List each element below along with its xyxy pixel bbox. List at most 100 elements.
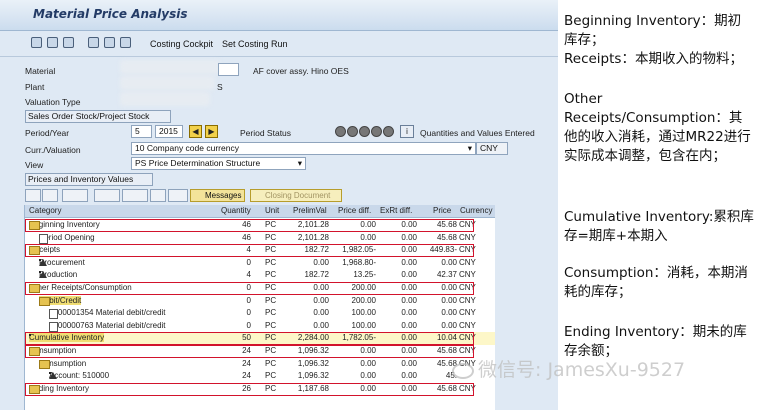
filter-button[interactable] (62, 189, 88, 202)
table-row[interactable]: Account: 510000 24 PC 1,096.32 0.00 0.00 45. (25, 370, 495, 383)
refresh-icon[interactable] (47, 37, 58, 48)
col-price-diff[interactable]: Price diff. (338, 206, 371, 215)
plant-label: Plant (25, 82, 45, 92)
chevron-down-icon: ▾ (467, 143, 472, 153)
chevron-down-icon: ▾ (297, 158, 302, 168)
prelimval-cell: 2,101.28 (297, 232, 329, 242)
price-cell: 0.00 (441, 308, 457, 318)
price-diff-cell: 0.00 (360, 371, 376, 381)
col-quantity[interactable]: Quantity (221, 206, 251, 215)
view-label: View (25, 160, 44, 170)
unit-cell: PC (265, 320, 277, 330)
sap-window: Material Price Analysis Costing Cockpit … (0, 0, 558, 410)
next-period-button[interactable]: ▶ (205, 125, 218, 138)
table-row[interactable]: Consumption 24 PC 1,096.32 0.00 0.00 45.68 CNY (25, 358, 495, 371)
note-other-receipts: Other Receipts/Consumption：其他的收入消耗，通过MR2… (564, 91, 751, 164)
col-unit[interactable]: Unit (265, 206, 279, 215)
unit-cell: PC (265, 270, 277, 280)
price-analysis-grid: Category Quantity Unit PrelimVal Price d… (24, 205, 495, 410)
collapse-all-button[interactable] (42, 189, 58, 202)
highlight-consumption (25, 345, 474, 358)
curr-valuation-select[interactable]: 10 Company code currency ▾ (131, 142, 476, 155)
currency-field: CNY (476, 142, 508, 155)
save-icon[interactable] (104, 37, 115, 48)
highlight-ending-inventory (25, 383, 474, 396)
currency-cell: CNY (459, 232, 476, 242)
export-button[interactable] (168, 189, 188, 202)
material-label: Material (25, 66, 56, 76)
category-cell: Debit/Credit (39, 295, 82, 306)
expand-all-button[interactable] (25, 189, 41, 202)
prelimval-cell: 0.00 (313, 320, 329, 330)
unit-cell: PC (265, 257, 277, 267)
table-row[interactable]: Production 4 PC 182.72 13.25- 0.00 42.37 CNY (25, 269, 495, 282)
print-icon[interactable] (88, 37, 99, 48)
sum-button[interactable] (122, 189, 148, 202)
col-price[interactable]: Price (433, 206, 451, 215)
info-icon[interactable]: i (400, 125, 414, 138)
messages-button[interactable]: Messages (190, 189, 245, 202)
prices-inventory-button[interactable]: Prices and Inventory Values (25, 173, 153, 186)
year-input[interactable]: 2015 (155, 125, 183, 138)
note-receipts: Receipts：本期收入的物料； (564, 51, 743, 67)
sort-button[interactable] (94, 189, 120, 202)
price-cell: 45.68 (436, 232, 457, 242)
category-cell: Account: 510000 (49, 371, 109, 380)
price-diff-cell: 100.00 (351, 320, 376, 330)
prices-inventory-label: Prices and Inventory Values (28, 174, 134, 184)
material-input[interactable] (218, 63, 239, 76)
price-diff-cell: 1,968.80- (342, 257, 376, 267)
table-row[interactable]: Period Opening 46 PC 2,101.28 0.00 0.00 45.68 C… (25, 232, 495, 245)
status-light-4-icon (371, 126, 382, 137)
table-row[interactable]: 1000001354 Material debit/credit 0 PC 0.00 1… (25, 307, 495, 320)
toolbar-divider (0, 56, 558, 57)
print-list-button[interactable] (150, 189, 166, 202)
category-cell: Procurement (39, 258, 85, 267)
prelimval-cell: 182.72 (304, 270, 329, 280)
settings-icon[interactable] (120, 37, 131, 48)
currency-cell: CNY (459, 308, 476, 318)
display-change-icon[interactable] (31, 37, 42, 48)
set-costing-run-button[interactable]: Set Costing Run (222, 39, 288, 49)
period-year-label: Period/Year (25, 128, 70, 138)
grid-header: Category Quantity Unit PrelimVal Price d… (25, 205, 495, 218)
highlight-cumulative-inventory (25, 332, 474, 345)
previous-period-button[interactable]: ◀ (189, 125, 202, 138)
page-title: Material Price Analysis (33, 7, 188, 21)
currency-cell: CNY (459, 295, 476, 305)
unit-cell: PC (265, 295, 277, 305)
note-consumption: Consumption：消耗，本期消耗的库存； (564, 265, 748, 300)
col-exrt-diff[interactable]: ExRt diff. (380, 206, 412, 215)
table-row[interactable]: Debit/Credit 0 PC 0.00 200.00 0.00 0.00 CNY (25, 295, 495, 308)
curr-valuation-value: 10 Company code currency (135, 143, 239, 153)
unit-cell: PC (265, 308, 277, 318)
category-label: Account: 510000 (49, 371, 110, 381)
hierarchy-icon[interactable] (63, 37, 74, 48)
triangle-icon (49, 372, 57, 380)
note-beginning-inventory: Beginning Inventory：期初库存； (564, 13, 742, 48)
category-cell: 1000001354 Material debit/credit (49, 308, 166, 320)
watermark: 微信号: JamesXu-9527 (452, 355, 752, 385)
view-select[interactable]: PS Price Determination Structure ▾ (131, 157, 306, 170)
quantity-cell: 0 (246, 257, 251, 267)
price-diff-cell: 0.00 (360, 358, 376, 368)
col-currency[interactable]: Currency (460, 206, 492, 215)
closing-document-button[interactable]: Closing Document (250, 189, 342, 202)
col-prelimval[interactable]: PrelimVal (293, 206, 327, 215)
quantity-cell: 0 (246, 308, 251, 318)
price-diff-cell: 13.25- (353, 270, 376, 280)
sales-order-stock-button[interactable]: Sales Order Stock/Project Stock (25, 110, 171, 123)
exrt-diff-cell: 0.00 (401, 295, 417, 305)
quantity-cell: 0 (246, 320, 251, 330)
category-cell: Period Opening (39, 233, 95, 244)
table-row[interactable]: Procurement 0 PC 0.00 1,968.80- 0.00 0.00 CNY (25, 257, 495, 270)
period-input[interactable]: 5 (131, 125, 152, 138)
category-label: 1000000763 Material debit/credit (49, 320, 166, 330)
watermark-text: 微信号: JamesXu-9527 (478, 359, 686, 381)
folder-icon (39, 359, 50, 369)
col-category[interactable]: Category (29, 206, 61, 215)
exrt-diff-cell: 0.00 (401, 270, 417, 280)
triangle-icon (39, 271, 47, 279)
table-row[interactable]: 1000000763 Material debit/credit 0 PC 0.00 1… (25, 320, 495, 333)
costing-cockpit-button[interactable]: Costing Cockpit (150, 39, 213, 49)
